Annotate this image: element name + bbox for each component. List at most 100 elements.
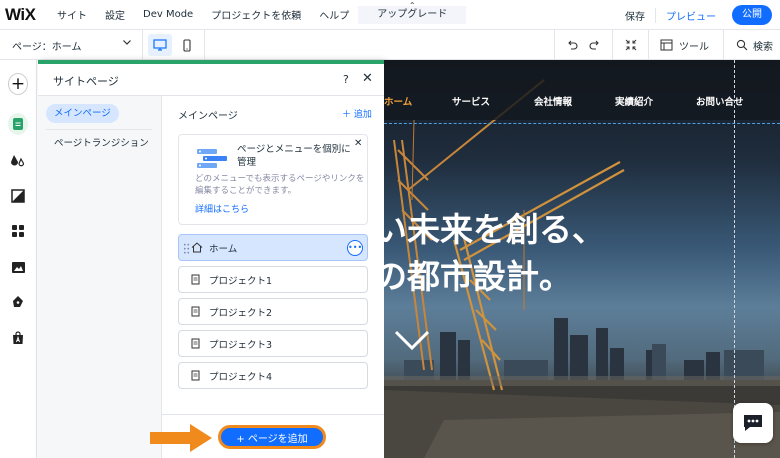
chevron-down-icon [122,37,132,47]
arrow-right-icon [150,424,212,452]
page-item-project3[interactable]: プロジェクト3 [178,330,368,357]
paint-drop-icon [11,155,25,167]
menu-dev-mode[interactable]: Dev Mode [134,9,202,20]
chevron-up-icon: ⌃ [408,0,416,10]
divider [46,129,152,130]
site-pages-panel: サイトページ ? ✕ メインページ ページトランジション メインページ ＋ 追加… [38,60,384,458]
desktop-icon [153,39,167,51]
image-icon [11,261,25,273]
page-icon [191,338,203,349]
gridline-guide [734,60,735,458]
page-item-project1[interactable]: プロジェクト1 [178,266,368,293]
pages-icon [8,113,28,135]
site-nav-home[interactable]: ホーム [384,94,412,108]
publish-button[interactable]: 公開 [732,5,772,25]
panel-header: サイトページ ? ✕ [38,64,384,96]
home-icon [191,242,203,253]
divider [142,30,143,60]
add-page-link[interactable]: ＋ 追加 [342,107,372,120]
apps-button[interactable] [8,221,28,241]
page-item-home[interactable]: •• •• •• ホーム ••• [178,234,368,261]
add-page-button[interactable]: + ページを追加 [218,425,326,449]
site-nav-contact[interactable]: お問い合せ [696,94,744,108]
editor-topbar: WiX サイト 設定 Dev Mode プロジェクトを依頼 ヘルプ ⌃ アップグレ… [0,0,780,30]
left-toolbar: + [0,60,37,458]
menu-illustration-icon [195,147,229,169]
search-icon [736,39,748,51]
apps-grid-icon [12,225,24,237]
zoom-out-button[interactable] [624,38,638,52]
blog-button[interactable] [8,292,28,312]
media-button[interactable] [8,257,28,277]
page-item-project4[interactable]: プロジェクト4 [178,362,368,389]
page-selector[interactable]: ページ：ホーム [12,30,136,60]
design-button[interactable] [8,150,28,170]
redo-button[interactable] [588,38,602,52]
wix-logo[interactable]: WiX [0,5,48,25]
help-icon[interactable]: ? [343,73,349,86]
site-nav-works[interactable]: 実績紹介 [615,94,653,108]
header-guide-line [384,123,780,124]
drag-handle-icon[interactable]: •• •• •• [183,243,190,257]
site-canvas[interactable]: ホーム サービス 会社情報 実績紹介 お問い合せ い未来を創る、 の都市設計。 [384,60,780,458]
menu-hire-pro[interactable]: プロジェクトを依頼 [202,7,310,22]
search-label: 検索 [753,41,773,53]
info-card: ✕ ページとメニューを個別に管理 どのメニューでも表示するページやリンクを編集す… [178,134,368,225]
chat-icon [744,415,762,431]
upgrade-button[interactable]: ⌃ アップグレード [358,1,467,24]
site-nav-company[interactable]: 会社情報 [534,94,572,108]
save-button[interactable]: 保存 [615,8,655,23]
close-icon[interactable]: ✕ [362,71,373,86]
page-icon [191,370,203,381]
mobile-view-button[interactable] [176,34,198,56]
hero-heading-line1[interactable]: い未来を創る、 [384,203,605,251]
app-market-button[interactable] [8,328,28,348]
search-button[interactable]: 検索 [736,30,773,60]
info-close-icon[interactable]: ✕ [354,138,362,149]
store-icon [13,331,23,344]
pen-icon [13,296,23,307]
main-pages-heading: メインページ [178,111,238,122]
site-nav-services[interactable]: サービス [452,94,490,108]
panel-title: サイトページ [53,75,119,88]
menu-settings[interactable]: 設定 [96,7,134,22]
panel-main: メインページ ＋ 追加 ✕ ページとメニューを個別に管理 どのメニューでも表示す… [162,96,384,458]
redo-icon [589,40,599,50]
info-description: どのメニューでも表示するページやリンクを編集することができます。 [195,174,365,196]
tools-label: ツール [679,41,709,53]
chat-button[interactable] [733,403,773,443]
page-item-label: プロジェクト3 [209,339,273,351]
pages-button[interactable] [8,113,28,135]
add-elements-button[interactable]: + [8,73,28,95]
more-actions-icon[interactable]: ••• [347,240,363,256]
divider [554,30,555,60]
background-icon [11,189,25,203]
page-item-label: プロジェクト1 [209,275,273,287]
divider [648,30,649,60]
menu-help[interactable]: ヘルプ [310,7,358,22]
learn-more-link[interactable]: 詳細はこちら [195,202,249,215]
panel-side-nav: メインページ ページトランジション [38,96,162,458]
page-item-label: ホーム [209,243,238,255]
editor-subbar: ページ：ホーム ツール 検索 [0,30,780,60]
divider [612,30,613,60]
preview-button[interactable]: プレビュー [655,7,726,23]
site-header: ホーム サービス 会社情報 実績紹介 お問い合せ [384,60,780,120]
plus-icon: + [8,73,28,95]
page-icon [191,306,203,317]
background-button[interactable] [8,186,28,206]
tools-icon [660,39,673,51]
hero-heading-line2[interactable]: の都市設計。 [384,250,572,298]
page-item-project2[interactable]: プロジェクト2 [178,298,368,325]
side-nav-page-transitions[interactable]: ページトランジション [54,135,149,149]
top-menu: サイト 設定 Dev Mode プロジェクトを依頼 ヘルプ ⌃ アップグレード [48,0,467,30]
page-icon [191,274,203,285]
top-actions: 保存 プレビュー 公開 [615,0,772,30]
menu-site[interactable]: サイト [48,7,96,22]
side-nav-main-pages[interactable]: メインページ [46,104,119,123]
desktop-view-button[interactable] [148,34,172,56]
divider [723,30,724,60]
page-item-label: プロジェクト2 [209,307,273,319]
undo-button[interactable] [565,38,579,52]
tools-button[interactable]: ツール [660,30,709,60]
